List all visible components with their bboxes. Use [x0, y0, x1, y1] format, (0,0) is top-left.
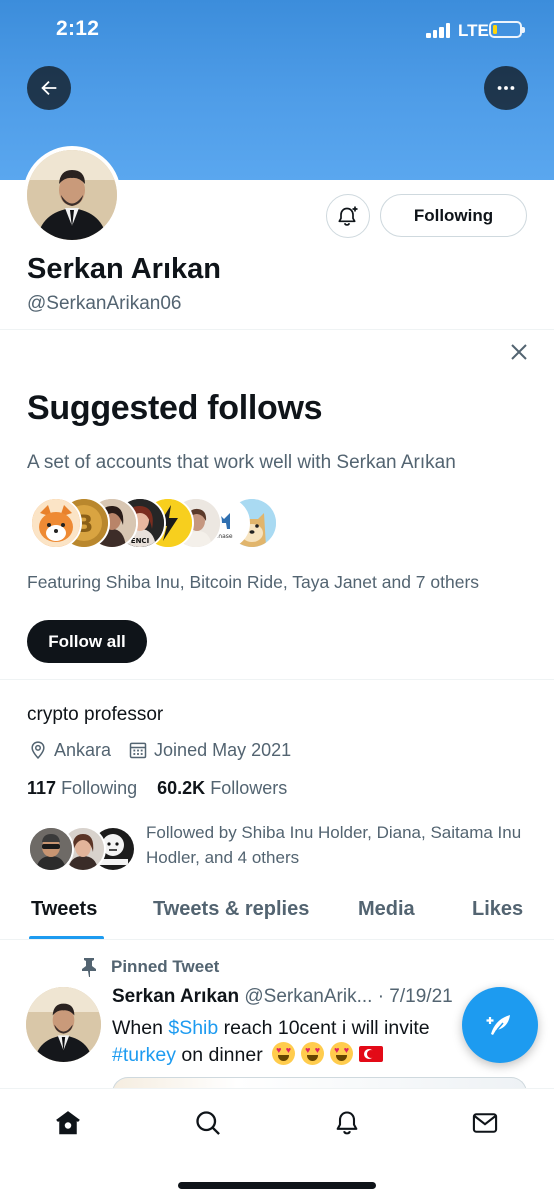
profile-avatar[interactable] [23, 146, 121, 244]
search-icon [196, 1111, 220, 1135]
bell-plus-icon [338, 206, 358, 226]
dismiss-suggestions-button[interactable] [507, 340, 531, 364]
location-icon [27, 739, 49, 761]
divider [0, 939, 554, 940]
close-icon [511, 344, 527, 360]
divider [0, 679, 554, 680]
nav-messages[interactable] [469, 1107, 501, 1139]
more-horizontal-icon [497, 86, 515, 90]
tab-tweets[interactable]: Tweets [31, 898, 97, 921]
tweet-text: When $Shib reach 10cent i will invite #t… [112, 1015, 472, 1069]
tab-media[interactable]: Media [358, 898, 415, 921]
pinned-tweet-label: Pinned Tweet [111, 957, 220, 976]
cashtag-link[interactable]: $Shib [168, 1017, 218, 1039]
following-count: 117 [27, 778, 57, 798]
calendar-icon [127, 739, 149, 761]
display-name: Serkan Arıkan [27, 253, 221, 285]
profile-bio: crypto professor [27, 704, 164, 725]
notifications-subscribe-button[interactable] [326, 194, 370, 238]
svg-text:ENCI: ENCI [131, 537, 149, 545]
suggested-follows-subtitle: A set of accounts that work well with Se… [27, 452, 456, 473]
tweet-text-part: reach 10cent i will invite [218, 1017, 430, 1039]
featuring-text: Featuring Shiba Inu, Bitcoin Ride, Taya … [27, 572, 480, 592]
tweet-header: Serkan Arıkan @SerkanArik... · 7/19/21 [112, 986, 507, 1008]
nav-notifications[interactable] [331, 1107, 363, 1139]
following-button[interactable]: Following [380, 194, 527, 237]
profile-joined: Joined May 2021 [154, 739, 292, 760]
followed-by-text[interactable]: Followed by Shiba Inu Holder, Diana, Sai… [146, 820, 526, 870]
profile-meta: Ankara Joined May 2021 [27, 738, 291, 762]
person-avatar-icon [28, 826, 74, 872]
more-button[interactable] [484, 66, 528, 110]
heart-eyes-emoji-icon [330, 1042, 354, 1065]
turkey-flag-icon [359, 1046, 384, 1062]
notifications-icon [336, 1111, 358, 1135]
tweet-author-handle[interactable]: @SerkanArik... [244, 986, 372, 1007]
suggested-follows-title: Suggested follows [27, 389, 323, 427]
network-label: LTE [458, 21, 489, 40]
hashtag-link[interactable]: #turkey [112, 1044, 176, 1066]
compose-tweet-button[interactable] [462, 987, 538, 1063]
home-icon [56, 1111, 80, 1135]
followers-label: Followers [210, 778, 288, 798]
following-label: Following [61, 778, 138, 798]
follow-all-button[interactable]: Follow all [27, 620, 147, 663]
following-stat[interactable]: 117 Following [27, 778, 137, 798]
followed-by-avatars[interactable] [28, 826, 138, 872]
nav-home[interactable] [52, 1107, 84, 1139]
avatar-photo [27, 150, 117, 240]
heart-eyes-emoji-icon [272, 1042, 296, 1065]
arrow-left-icon [41, 80, 57, 96]
nav-search[interactable] [192, 1107, 224, 1139]
avatar-photo [26, 987, 101, 1062]
profile-tabs: Tweets Tweets & replies Media Likes [0, 888, 554, 940]
profile-handle: @SerkanArikan06 [27, 293, 182, 314]
tweet-date[interactable]: · 7/19/21 [378, 986, 453, 1007]
tab-tweets-replies[interactable]: Tweets & replies [153, 898, 309, 921]
profile-location: Ankara [54, 739, 112, 760]
status-time: 2:12 [56, 17, 100, 40]
tweet-text-part: When [112, 1017, 169, 1039]
follow-stats: 117 Following 60.2K Followers [27, 778, 287, 799]
divider [0, 329, 554, 330]
pin-icon [78, 957, 100, 977]
heart-eyes-emoji-icon [301, 1042, 325, 1065]
tweet-text-part: on dinner [175, 1044, 263, 1066]
tweet-author-name[interactable]: Serkan Arıkan [112, 986, 239, 1007]
pinned-tweet-label-row: Pinned Tweet [78, 955, 219, 979]
back-button[interactable] [27, 66, 71, 110]
status-bar: 2:12 LTE [0, 0, 554, 60]
messages-icon [472, 1113, 498, 1133]
signal-icon [426, 22, 452, 38]
followers-stat[interactable]: 60.2K Followers [157, 778, 287, 798]
compose-tweet-icon [486, 1015, 510, 1035]
home-indicator [178, 1182, 376, 1189]
tweet-author-avatar[interactable] [26, 987, 101, 1062]
followers-count: 60.2K [157, 778, 206, 798]
shiba-inu-avatar-icon [30, 497, 82, 549]
tab-likes[interactable]: Likes [472, 898, 523, 921]
battery-icon [489, 21, 525, 38]
